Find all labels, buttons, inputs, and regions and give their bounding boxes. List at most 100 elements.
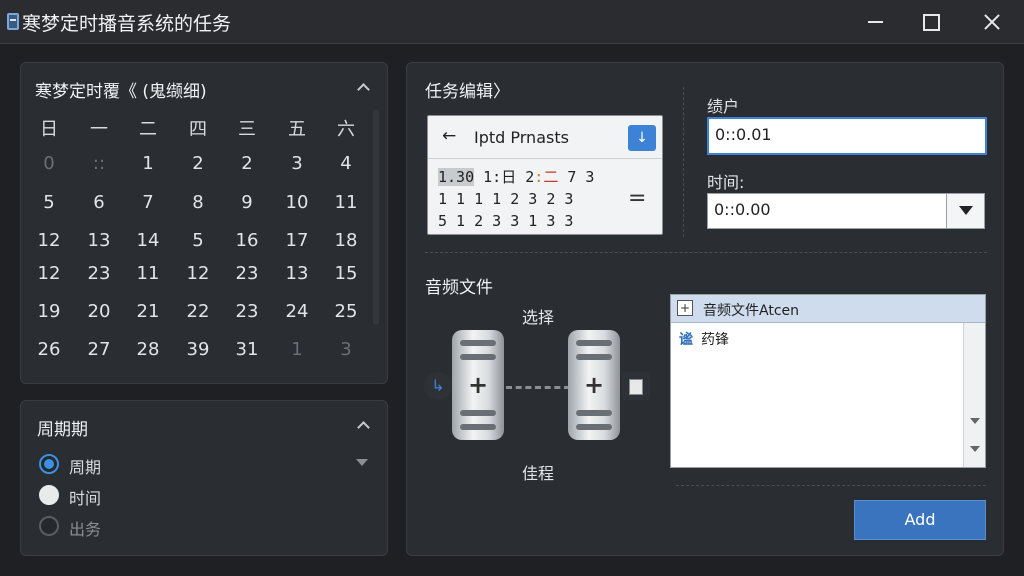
scroll-arrow-icon[interactable] — [970, 446, 980, 452]
calendar-day[interactable]: 5 — [29, 192, 69, 213]
calendar-day[interactable]: 1 — [128, 153, 168, 174]
calendar-day[interactable]: 26 — [29, 339, 69, 360]
calendar-day[interactable]: 7 — [128, 192, 168, 213]
link-icon[interactable]: ↳ — [424, 372, 452, 400]
radio-option-period[interactable]: 周期 — [39, 453, 239, 477]
equals-icon[interactable]: = — [628, 186, 646, 211]
minimize-button[interactable] — [846, 0, 904, 44]
radio-button[interactable] — [39, 516, 59, 536]
plus-icon[interactable]: + — [464, 372, 492, 400]
close-button[interactable] — [962, 0, 1020, 44]
scroll-arrow-icon[interactable] — [970, 418, 980, 424]
calendar-day[interactable]: 27 — [79, 339, 119, 360]
dropdown-arrow-icon[interactable] — [946, 194, 984, 228]
calendar-day[interactable]: 17 — [277, 230, 317, 251]
file-list-scrollbar[interactable] — [963, 323, 985, 467]
calendar-day[interactable]: 19 — [29, 301, 69, 322]
calendar-day[interactable]: 12 — [29, 263, 69, 284]
task-edit-title: 任务编辑〉 — [425, 82, 510, 102]
mini-calendar-row: 1 1 1 1 2 3 2 3 — [438, 190, 574, 208]
document-icon[interactable] — [622, 372, 650, 400]
radio-label: 出务 — [69, 520, 102, 539]
divider — [676, 485, 986, 486]
download-icon[interactable]: ↓ — [628, 125, 656, 151]
chevron-up-icon[interactable] — [357, 419, 369, 431]
calendar-day[interactable]: 23 — [227, 263, 267, 284]
mini-calendar-row: 5 1 2 3 3 1 3 3 — [438, 212, 574, 230]
calendar-day[interactable]: 9 — [227, 192, 267, 213]
calendar-title: 寒梦定时覆《 (鬼缬细) — [35, 82, 207, 102]
radio-option-out[interactable]: 出务 — [39, 515, 239, 539]
list-item[interactable]: 谧药锋 — [679, 329, 729, 349]
calendar-week-row: 5 6 7 8 9 10 11 — [29, 192, 379, 222]
calendar-day[interactable]: 14 — [128, 230, 168, 251]
calendar-day[interactable]: 12 — [29, 230, 69, 251]
calendar-day[interactable]: 39 — [178, 339, 218, 360]
divider — [428, 158, 662, 159]
time-select[interactable]: 0::0.00 — [707, 193, 985, 229]
calendar-scrollbar[interactable] — [373, 109, 379, 325]
weekday-label: 日 — [40, 119, 58, 140]
calendar-day[interactable]: 13 — [277, 263, 317, 284]
user-label: 绩户 — [707, 97, 740, 116]
calendar-day[interactable]: 23 — [227, 301, 267, 322]
period-title: 周期期 — [37, 420, 88, 440]
radio-option-time[interactable]: 时间 — [39, 484, 239, 508]
user-input[interactable]: 0::0.01 — [707, 117, 987, 155]
calendar-day[interactable]: 8 — [178, 192, 218, 213]
chevron-up-icon[interactable] — [357, 81, 369, 93]
weekday-label: 二 — [139, 119, 157, 140]
calendar-day[interactable]: 23 — [79, 263, 119, 284]
calendar-day[interactable]: 11 — [326, 192, 366, 213]
radio-button[interactable] — [39, 485, 59, 505]
calendar-week-row: 12 13 14 5 16 17 18 — [29, 230, 379, 260]
calendar-day[interactable]: 24 — [277, 301, 317, 322]
mini-calendar-title: Iptd Prnasts — [474, 128, 569, 147]
calendar-day[interactable]: 2 — [227, 153, 267, 174]
calendar-day[interactable]: 12 — [178, 263, 218, 284]
weekday-header: 日一二四三五六 — [29, 115, 379, 145]
file-list-header[interactable]: + 音频文件Atcen — [671, 295, 985, 323]
back-arrow-icon[interactable]: ← — [442, 126, 456, 146]
divider — [425, 252, 987, 253]
calendar-day[interactable]: 10 — [277, 192, 317, 213]
calendar-day[interactable]: 15 — [326, 263, 366, 284]
connector-line — [506, 386, 570, 389]
calendar-day[interactable]: 31 — [227, 339, 267, 360]
calendar-day[interactable]: 18 — [326, 230, 366, 251]
calendar-day[interactable]: 11 — [128, 263, 168, 284]
audio-reel-left[interactable]: + — [452, 330, 504, 440]
calendar-day[interactable]: 16 — [227, 230, 267, 251]
calendar-day[interactable]: 25 — [326, 301, 366, 322]
mini-calendar[interactable]: ← Iptd Prnasts ↓ 1.30 1:日 2:二 7 3 1 1 1 … — [427, 115, 663, 235]
radio-button[interactable] — [39, 454, 59, 474]
calendar-day[interactable]: 21 — [128, 301, 168, 322]
audio-section-title: 音频文件 — [425, 278, 493, 298]
calendar-day[interactable]: 4 — [326, 153, 366, 174]
add-file-icon[interactable]: + — [677, 300, 693, 316]
add-button[interactable]: Add — [854, 500, 986, 540]
calendar-day[interactable]: 3 — [326, 339, 366, 360]
mini-calendar-selected[interactable]: 1.30 — [438, 168, 475, 186]
calendar-day[interactable]: 22 — [178, 301, 218, 322]
window-title: 寒梦定时播音系统的任务 — [22, 13, 232, 35]
calendar-day[interactable]: 28 — [128, 339, 168, 360]
calendar-day[interactable]: 6 — [79, 192, 119, 213]
calendar-day[interactable]: 2 — [178, 153, 218, 174]
time-label: 时间: — [707, 173, 745, 192]
calendar-panel: 寒梦定时覆《 (鬼缬细) 日一二四三五六 0:: 1 2 2 3 4 5 6 7 8 9 10 11 … — [20, 62, 388, 384]
calendar-day[interactable]: 3 — [277, 153, 317, 174]
maximize-button[interactable] — [902, 0, 960, 44]
plus-icon[interactable]: + — [580, 372, 608, 400]
audio-file-list[interactable]: + 音频文件Atcen 谧药锋 — [670, 294, 986, 468]
calendar-day[interactable]: 0 — [29, 153, 69, 174]
calendar-week-row: 26 27 28 39 31 1 3 — [29, 339, 379, 369]
calendar-week-row: 19 20 21 22 23 24 25 — [29, 301, 379, 331]
calendar-day[interactable]: :: — [79, 153, 119, 174]
dropdown-arrow-icon[interactable] — [356, 459, 368, 466]
calendar-day[interactable]: 20 — [79, 301, 119, 322]
calendar-day[interactable]: 1 — [277, 339, 317, 360]
audio-reel-right[interactable]: + — [568, 330, 620, 440]
calendar-day[interactable]: 13 — [79, 230, 119, 251]
calendar-day[interactable]: 5 — [178, 230, 218, 251]
